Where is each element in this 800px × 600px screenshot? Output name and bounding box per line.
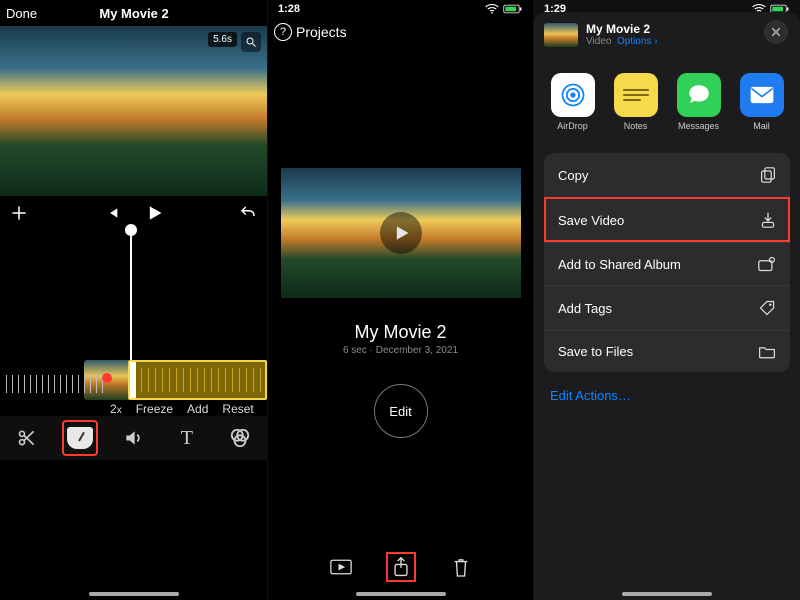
action-save-video[interactable]: Save Video <box>544 197 790 242</box>
share-button[interactable] <box>386 552 416 582</box>
split-tool[interactable] <box>9 420 45 456</box>
share-icon <box>392 556 410 578</box>
undo-icon <box>239 204 257 222</box>
home-indicator[interactable] <box>89 592 179 596</box>
share-apps-row: AirDrop Notes Messages <box>544 57 790 149</box>
folder-icon <box>758 345 776 359</box>
add-speed-button[interactable]: Add <box>187 402 208 416</box>
action-add-shared-album[interactable]: Add to Shared Album <box>544 242 790 285</box>
project-title: My Movie 2 <box>99 6 168 21</box>
share-options-button[interactable]: Options › <box>617 36 658 47</box>
magnifier-icon <box>245 36 257 48</box>
editor-toolbar: T <box>0 416 267 460</box>
action-copy[interactable]: Copy <box>544 153 790 197</box>
share-app-notes[interactable]: Notes <box>611 73 660 131</box>
share-app-label: Messages <box>674 121 723 131</box>
speed-controls-row: 2x Freeze Add Reset <box>110 402 254 416</box>
play-icon <box>144 203 164 223</box>
home-indicator[interactable] <box>622 592 712 596</box>
reset-speed-button[interactable]: Reset <box>222 402 253 416</box>
share-app-airdrop[interactable]: AirDrop <box>548 73 597 131</box>
play-rect-icon <box>330 559 352 575</box>
filters-tool[interactable] <box>222 420 258 456</box>
edit-actions-button[interactable]: Edit Actions… <box>544 372 790 419</box>
editor-screen: Done My Movie 2 5.6s <box>0 0 267 600</box>
delete-button[interactable] <box>446 552 476 582</box>
status-time: 1:28 <box>278 3 300 15</box>
projects-back-button[interactable]: Projects <box>296 24 347 40</box>
mail-icon <box>749 85 775 105</box>
messages-icon <box>686 82 712 108</box>
scissors-icon <box>17 428 37 448</box>
share-app-label: Notes <box>611 121 660 131</box>
filters-icon <box>229 427 251 449</box>
volume-tool[interactable] <box>115 420 151 456</box>
timeline[interactable]: 2x Freeze Add Reset T <box>0 230 267 460</box>
action-save-to-files[interactable]: Save to Files <box>544 330 790 372</box>
plus-icon <box>10 204 28 222</box>
project-detail-screen: 1:28 ? Projects My Movie 2 6 sec · Decem… <box>267 0 533 600</box>
freeze-button[interactable]: Freeze <box>136 402 173 416</box>
magnifier-button[interactable] <box>241 32 261 52</box>
home-indicator[interactable] <box>356 592 446 596</box>
done-button[interactable]: Done <box>6 6 37 21</box>
skip-start-button[interactable] <box>104 205 120 221</box>
project-name: My Movie 2 <box>268 322 533 343</box>
share-item-header: My Movie 2 Video Options › <box>544 20 790 57</box>
share-sheet-screen: 1:29 My Movie 2 Video Options › <box>533 0 800 600</box>
titles-tool[interactable]: T <box>169 420 205 456</box>
skip-start-icon <box>104 205 120 221</box>
undo-button[interactable] <box>239 204 257 222</box>
copy-icon <box>760 166 776 184</box>
share-sheet: My Movie 2 Video Options › <box>534 12 800 600</box>
share-app-label: AirDrop <box>548 121 597 131</box>
share-item-title: My Movie 2 <box>586 22 658 36</box>
projects-header: ? Projects <box>268 18 533 46</box>
tag-icon <box>758 299 776 317</box>
close-sheet-button[interactable] <box>764 20 788 44</box>
project-bottom-bar <box>268 552 533 582</box>
chevron-right-icon: › <box>654 36 657 47</box>
share-actions-list: Copy Save Video Add to Shared Album <box>544 153 790 372</box>
speedometer-icon <box>67 427 93 449</box>
speed-slider-knob[interactable] <box>102 373 112 383</box>
shared-album-icon <box>758 256 776 272</box>
speed-ruler[interactable] <box>0 372 267 396</box>
editor-header: Done My Movie 2 <box>0 0 267 26</box>
trash-icon <box>452 556 470 578</box>
share-item-thumb <box>544 23 578 47</box>
duration-badge: 5.6s <box>208 32 237 47</box>
share-app-mail[interactable]: Mail <box>737 73 786 131</box>
project-subtitle: 6 sec · December 3, 2021 <box>268 345 533 356</box>
share-app-label: Mail <box>737 121 786 131</box>
video-preview[interactable]: 5.6s <box>0 26 267 196</box>
airdrop-icon <box>559 81 587 109</box>
action-add-tags[interactable]: Add Tags <box>544 285 790 330</box>
play-fullscreen-button[interactable] <box>326 552 356 582</box>
share-item-kind: Video <box>586 36 611 47</box>
edit-button[interactable]: Edit <box>374 384 428 438</box>
battery-icon <box>503 4 523 14</box>
play-button[interactable] <box>144 203 164 223</box>
speed-multiplier-value: 2x <box>110 402 122 416</box>
notes-icon <box>623 89 649 91</box>
speed-tool[interactable] <box>62 420 98 456</box>
status-bar: 1:28 <box>268 0 533 18</box>
add-media-button[interactable] <box>10 204 28 222</box>
share-app-messages[interactable]: Messages <box>674 73 723 131</box>
play-icon <box>391 223 411 243</box>
volume-icon <box>123 428 143 448</box>
project-thumbnail[interactable] <box>281 168 521 298</box>
close-icon <box>771 27 781 37</box>
wifi-icon <box>485 4 499 14</box>
play-project-button[interactable] <box>380 212 422 254</box>
help-button[interactable]: ? <box>274 23 292 41</box>
download-icon <box>760 211 776 229</box>
